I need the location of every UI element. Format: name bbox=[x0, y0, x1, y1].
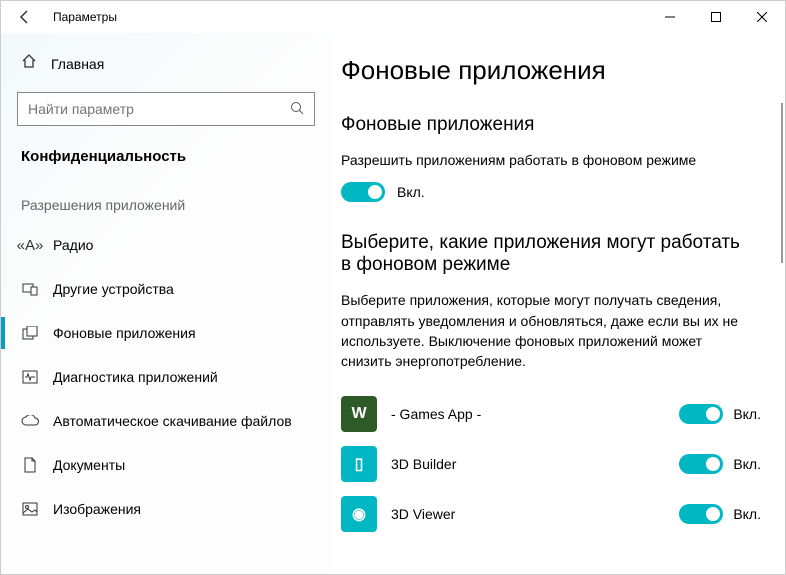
sidebar-item-label: Радио bbox=[53, 237, 93, 253]
page-title: Фоновые приложения bbox=[341, 55, 785, 86]
sidebar-item-label: Автоматическое скачивание файлов bbox=[53, 413, 292, 429]
section2-desc: Выберите приложения, которые могут получ… bbox=[341, 290, 741, 371]
master-toggle[interactable] bbox=[341, 182, 385, 202]
window-title: Параметры bbox=[53, 10, 117, 24]
sidebar-item-label: Диагностика приложений bbox=[53, 369, 218, 385]
sidebar-item-documents[interactable]: Документы bbox=[17, 443, 315, 487]
sidebar-item-label: Документы bbox=[53, 457, 125, 473]
radio-icon: «A» bbox=[21, 237, 39, 254]
app-name: 3D Viewer bbox=[391, 506, 665, 522]
app-toggle-label: Вкл. bbox=[733, 506, 761, 522]
sidebar-item-radio[interactable]: «A» Радио bbox=[17, 223, 315, 267]
search-icon bbox=[290, 101, 304, 118]
section-heading: Разрешения приложений bbox=[17, 197, 315, 213]
images-icon bbox=[21, 502, 39, 516]
app-toggle-label: Вкл. bbox=[733, 456, 761, 472]
search-input[interactable] bbox=[28, 101, 290, 117]
app-toggle[interactable] bbox=[679, 504, 723, 524]
sidebar-item-label: Фоновые приложения bbox=[53, 325, 196, 341]
app-row: ▯ 3D Builder Вкл. bbox=[341, 439, 761, 489]
close-button[interactable] bbox=[739, 1, 785, 33]
home-icon bbox=[21, 53, 37, 74]
document-icon bbox=[21, 457, 39, 473]
app-icon: ▯ bbox=[341, 446, 377, 482]
category-heading: Конфиденциальность bbox=[17, 148, 315, 165]
sidebar-item-background-apps[interactable]: Фоновые приложения bbox=[17, 311, 315, 355]
back-button[interactable] bbox=[9, 1, 41, 33]
devices-icon bbox=[21, 282, 39, 296]
cloud-icon bbox=[21, 415, 39, 427]
app-icon: ◉ bbox=[341, 496, 377, 532]
scrollbar[interactable] bbox=[781, 103, 783, 263]
sidebar-item-other-devices[interactable]: Другие устройства bbox=[17, 267, 315, 311]
master-toggle-label: Вкл. bbox=[397, 184, 425, 200]
background-apps-icon bbox=[21, 326, 39, 340]
maximize-button[interactable] bbox=[693, 1, 739, 33]
app-name: - Games App - bbox=[391, 406, 665, 422]
app-toggle[interactable] bbox=[679, 454, 723, 474]
sidebar-item-auto-download[interactable]: Автоматическое скачивание файлов bbox=[17, 399, 315, 443]
app-name: 3D Builder bbox=[391, 456, 665, 472]
section2-title: Выберите, какие приложения могут работат… bbox=[341, 232, 741, 276]
sidebar-item-label: Изображения bbox=[53, 501, 141, 517]
sidebar-item-diagnostics[interactable]: Диагностика приложений bbox=[17, 355, 315, 399]
diagnostics-icon bbox=[21, 370, 39, 384]
app-row: W - Games App - Вкл. bbox=[341, 389, 761, 439]
app-toggle[interactable] bbox=[679, 404, 723, 424]
search-box[interactable] bbox=[17, 92, 315, 126]
app-icon: W bbox=[341, 396, 377, 432]
home-label: Главная bbox=[51, 56, 104, 72]
app-toggle-label: Вкл. bbox=[733, 406, 761, 422]
app-row: ◉ 3D Viewer Вкл. bbox=[341, 489, 761, 539]
minimize-button[interactable] bbox=[647, 1, 693, 33]
sidebar-item-images[interactable]: Изображения bbox=[17, 487, 315, 531]
section1-title: Фоновые приложения bbox=[341, 114, 785, 136]
sidebar-item-label: Другие устройства bbox=[53, 281, 174, 297]
section1-desc: Разрешить приложениям работать в фоновом… bbox=[341, 150, 741, 170]
home-nav[interactable]: Главная bbox=[17, 53, 315, 74]
